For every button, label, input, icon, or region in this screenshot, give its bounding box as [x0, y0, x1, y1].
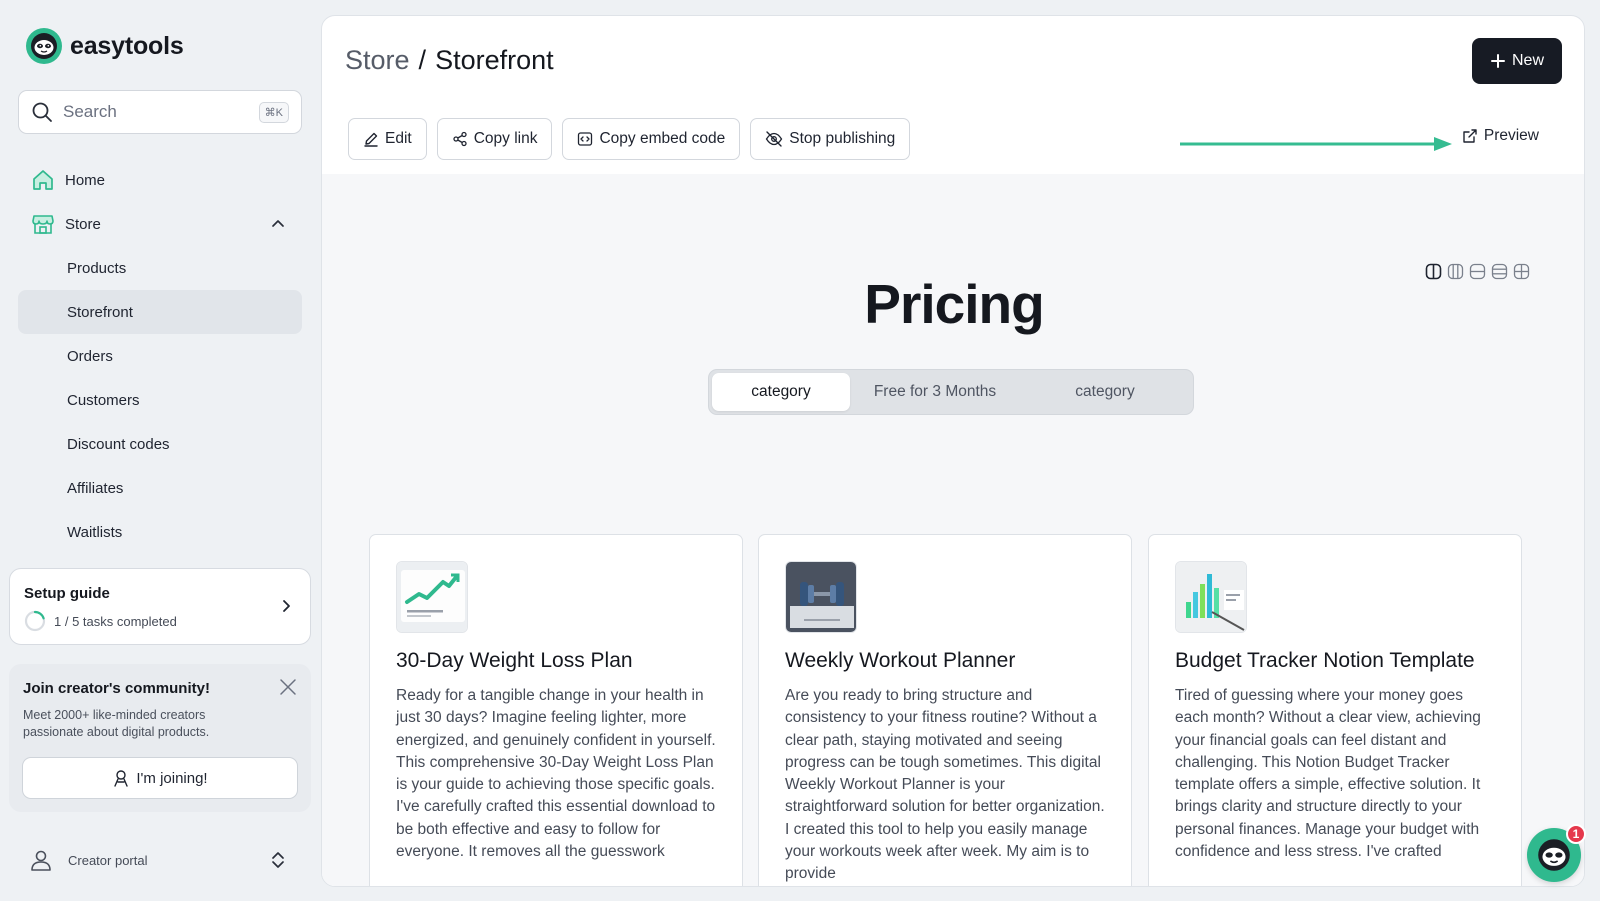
sidebar-item-label: Storefront	[67, 303, 133, 321]
community-card: Join creator's community! Meet 2000+ lik…	[9, 664, 311, 812]
sloth-icon	[112, 769, 130, 787]
copy-link-button[interactable]: Copy link	[436, 118, 553, 160]
breadcrumb: Store / Storefront	[345, 45, 554, 76]
sidebar-item-label: Affiliates	[67, 479, 124, 497]
external-link-icon	[1462, 128, 1478, 144]
edit-label: Edit	[385, 130, 412, 147]
storefront-preview-canvas: Pricing category Free for 3 Months categ…	[322, 174, 1584, 886]
community-description: Meet 2000+ like-minded creators passiona…	[23, 708, 210, 739]
portal-label: Creator portal	[68, 852, 148, 868]
search-placeholder: Search	[63, 102, 117, 121]
sidebar-item-label: Discount codes	[67, 435, 170, 453]
sidebar: easytools Search ⌘K Home Store Products …	[0, 0, 320, 901]
setup-guide-progress: 1 / 5 tasks completed	[54, 613, 177, 629]
brand-logo[interactable]: easytools	[26, 28, 184, 64]
breadcrumb-store[interactable]: Store	[345, 45, 410, 76]
join-button-label: I'm joining!	[136, 769, 208, 787]
eye-off-icon	[765, 131, 783, 147]
stop-publishing-button[interactable]: Stop publishing	[750, 118, 911, 160]
sloth-logo-icon	[26, 28, 62, 64]
community-title: Join creator's community!	[23, 680, 210, 697]
sidebar-item-waitlists[interactable]: Waitlists	[18, 510, 302, 554]
sidebar-item-label: Waitlists	[67, 523, 123, 541]
new-button[interactable]: New	[1472, 38, 1562, 84]
sidebar-item-storefront[interactable]: Storefront	[18, 290, 302, 334]
copy-embed-code-button[interactable]: Copy embed code	[562, 118, 741, 160]
progress-ring-icon	[24, 610, 46, 632]
product-description: Tired of guessing where your money goes …	[1175, 687, 1481, 861]
notification-badge: 1	[1566, 824, 1586, 844]
sidebar-item-products[interactable]: Products	[18, 246, 302, 290]
tab-category-2[interactable]: category	[1020, 373, 1190, 411]
search-shortcut: ⌘K	[258, 101, 289, 123]
user-icon	[28, 847, 54, 873]
chat-launcher-button[interactable]: 1	[1527, 824, 1586, 882]
chevron-right-icon	[278, 598, 294, 614]
stop-publishing-label: Stop publishing	[789, 130, 896, 147]
search-input[interactable]: Search ⌘K	[18, 90, 302, 134]
product-thumbnail	[396, 561, 468, 633]
preview-link[interactable]: Preview	[1462, 127, 1539, 145]
tab-free-for-3-months[interactable]: Free for 3 Months	[850, 373, 1020, 411]
copy-link-label: Copy link	[473, 130, 538, 147]
product-description: Ready for a tangible change in your heal…	[396, 687, 716, 861]
product-card[interactable]: Budget Tracker Notion Template Tired of …	[1148, 534, 1522, 886]
chevron-up-icon[interactable]	[270, 216, 286, 232]
brand-name: easytools	[70, 31, 184, 60]
sidebar-item-label: Store	[65, 215, 101, 233]
tab-category-1[interactable]: category	[712, 373, 850, 411]
category-tabs: category Free for 3 Months category	[708, 369, 1194, 415]
new-button-label: New	[1511, 52, 1544, 69]
join-community-button[interactable]: I'm joining!	[22, 757, 298, 799]
sidebar-item-label: Orders	[67, 347, 113, 365]
sidebar-item-customers[interactable]: Customers	[18, 378, 302, 422]
storefront-title: Pricing	[864, 273, 1044, 335]
copy-embed-label: Copy embed code	[599, 130, 726, 147]
sidebar-item-label: Home	[65, 171, 106, 189]
product-title: 30-Day Weight Loss Plan	[396, 649, 633, 672]
main-panel: Store / Storefront New Edit Copy link Co…	[321, 15, 1585, 887]
product-thumbnail	[1175, 561, 1247, 633]
plus-icon	[1490, 53, 1506, 69]
share-icon	[452, 131, 468, 147]
sidebar-item-discount-codes[interactable]: Discount codes	[18, 422, 302, 466]
sidebar-item-label: Products	[67, 259, 127, 277]
sidebar-item-affiliates[interactable]: Affiliates	[18, 466, 302, 510]
setup-guide-card[interactable]: Setup guide 1 / 5 tasks completed	[9, 568, 311, 645]
pencil-icon	[363, 131, 379, 147]
breadcrumb-separator: /	[418, 45, 427, 75]
search-icon	[31, 101, 53, 123]
product-title: Weekly Workout Planner	[785, 649, 1016, 672]
sidebar-item-home[interactable]: Home	[18, 158, 302, 202]
setup-guide-title: Setup guide	[24, 585, 110, 602]
product-card[interactable]: 30-Day Weight Loss Plan Ready for a tang…	[369, 534, 743, 886]
edit-button[interactable]: Edit	[348, 118, 427, 160]
preview-label: Preview	[1483, 127, 1539, 144]
sidebar-item-label: Customers	[67, 391, 140, 409]
store-icon	[31, 212, 55, 236]
home-icon	[31, 168, 55, 192]
close-icon[interactable]	[279, 678, 297, 696]
creator-portal-switcher[interactable]: Creator portal	[18, 838, 302, 882]
product-thumbnail	[785, 561, 857, 633]
chevron-up-down-icon	[270, 851, 286, 869]
product-description: Are you ready to bring structure and con…	[785, 687, 1105, 883]
sidebar-item-orders[interactable]: Orders	[18, 334, 302, 378]
sidebar-item-store[interactable]: Store	[18, 202, 302, 246]
storefront-toolbar: Edit Copy link Copy embed code Stop publ…	[348, 118, 911, 160]
product-title: Budget Tracker Notion Template	[1175, 649, 1475, 672]
arrow-right-icon	[1180, 137, 1454, 151]
breadcrumb-storefront: Storefront	[435, 45, 554, 75]
code-icon	[577, 131, 593, 147]
product-card[interactable]: Weekly Workout Planner Are you ready to …	[758, 534, 1132, 886]
sloth-chat-icon	[1537, 838, 1571, 872]
